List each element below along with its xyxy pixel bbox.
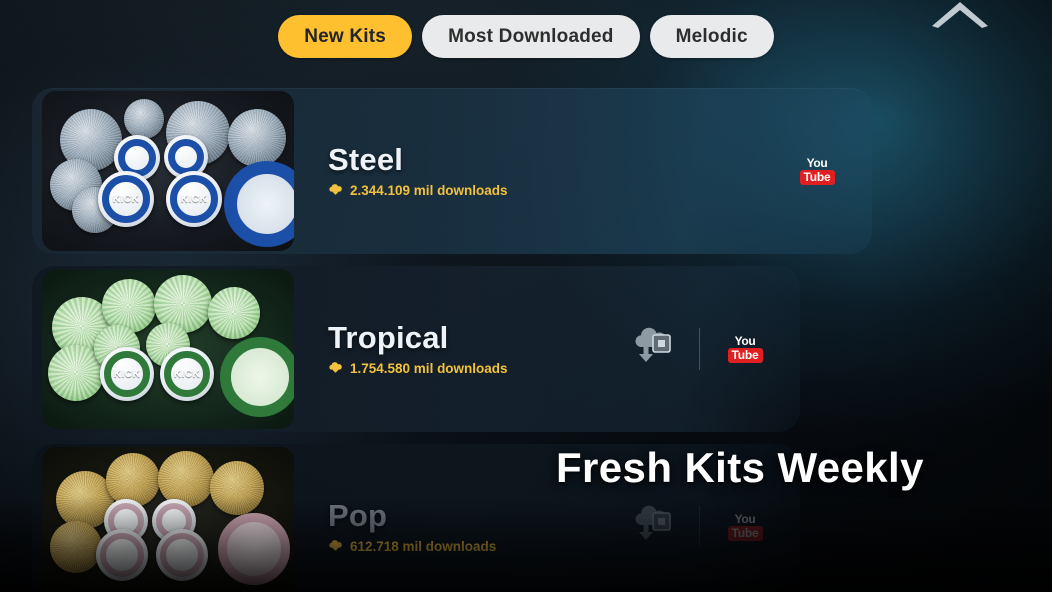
kit-title-steel: Steel [328, 141, 404, 177]
cloud-download-icon [631, 505, 677, 550]
youtube-you-label: You [806, 156, 828, 170]
kit-title-pop: Pop [328, 497, 388, 533]
cloud-download-button-pop[interactable] [623, 505, 685, 550]
kit-actions-steel: You Tube [786, 153, 848, 189]
kit-thumbnail-steel: KICK KICK [42, 91, 294, 251]
kit-info-tropical: Tropical 1.754.580 mil downloads [328, 319, 623, 376]
kit-thumbnail-tropical: KICK KICK [42, 269, 294, 429]
kit-row-steel[interactable]: KICK KICK Steel 2.344.109 mil downloads … [32, 88, 872, 254]
youtube-button-steel[interactable]: You Tube [786, 153, 848, 189]
kit-actions-pop: You Tube [623, 505, 776, 550]
youtube-button-tropical[interactable]: You Tube [714, 331, 776, 367]
download-arrow-icon [328, 183, 343, 198]
youtube-tube-label: Tube [727, 348, 763, 363]
chevron-up-icon[interactable] [930, 0, 990, 30]
filter-tabbar: New Kits Most Downloaded Melodic [0, 15, 1052, 58]
kit-actions-tropical: You Tube [623, 327, 776, 372]
tab-melodic-label: Melodic [675, 25, 748, 47]
fresh-kits-weekly-overlay: Fresh Kits Weekly [556, 444, 924, 491]
youtube-button-pop[interactable]: You Tube [714, 509, 776, 545]
download-arrow-icon [328, 361, 343, 376]
kit-downloads-text-steel: 2.344.109 mil downloads [350, 183, 508, 199]
kit-title-tropical: Tropical [328, 319, 449, 355]
action-divider [699, 328, 700, 370]
kit-downloads-tropical: 1.754.580 mil downloads [328, 361, 623, 376]
action-divider [699, 506, 700, 548]
kit-info-steel: Steel 2.344.109 mil downloads [328, 141, 786, 198]
kit-downloads-steel: 2.344.109 mil downloads [328, 183, 786, 198]
kit-downloads-pop: 612.718 mil downloads [328, 539, 623, 554]
youtube-you-label: You [734, 334, 756, 348]
youtube-icon: You Tube [799, 153, 835, 189]
app-root: New Kits Most Downloaded Melodic KICK KI… [0, 0, 1052, 592]
youtube-tube-label: Tube [727, 526, 763, 541]
kit-list: KICK KICK Steel 2.344.109 mil downloads … [32, 88, 1020, 592]
download-arrow-icon [328, 539, 343, 554]
kit-downloads-text-pop: 612.718 mil downloads [350, 539, 497, 555]
cloud-download-icon [631, 327, 677, 372]
kit-thumbnail-pop [42, 447, 294, 592]
youtube-tube-label: Tube [799, 170, 835, 185]
tab-new-kits-label: New Kits [304, 25, 387, 47]
youtube-icon: You Tube [727, 331, 763, 367]
tab-melodic[interactable]: Melodic [649, 15, 774, 58]
youtube-icon: You Tube [727, 509, 763, 545]
tab-most-downloaded[interactable]: Most Downloaded [422, 15, 640, 58]
kit-info-pop: Pop 612.718 mil downloads [328, 497, 623, 554]
kit-downloads-text-tropical: 1.754.580 mil downloads [350, 361, 508, 377]
tab-new-kits[interactable]: New Kits [278, 15, 413, 58]
cloud-download-button-tropical[interactable] [623, 327, 685, 372]
tab-most-downloaded-label: Most Downloaded [448, 25, 614, 47]
kit-row-tropical[interactable]: KICK KICK Tropical 1.754.580 mil downloa… [32, 266, 800, 432]
youtube-you-label: You [734, 512, 756, 526]
